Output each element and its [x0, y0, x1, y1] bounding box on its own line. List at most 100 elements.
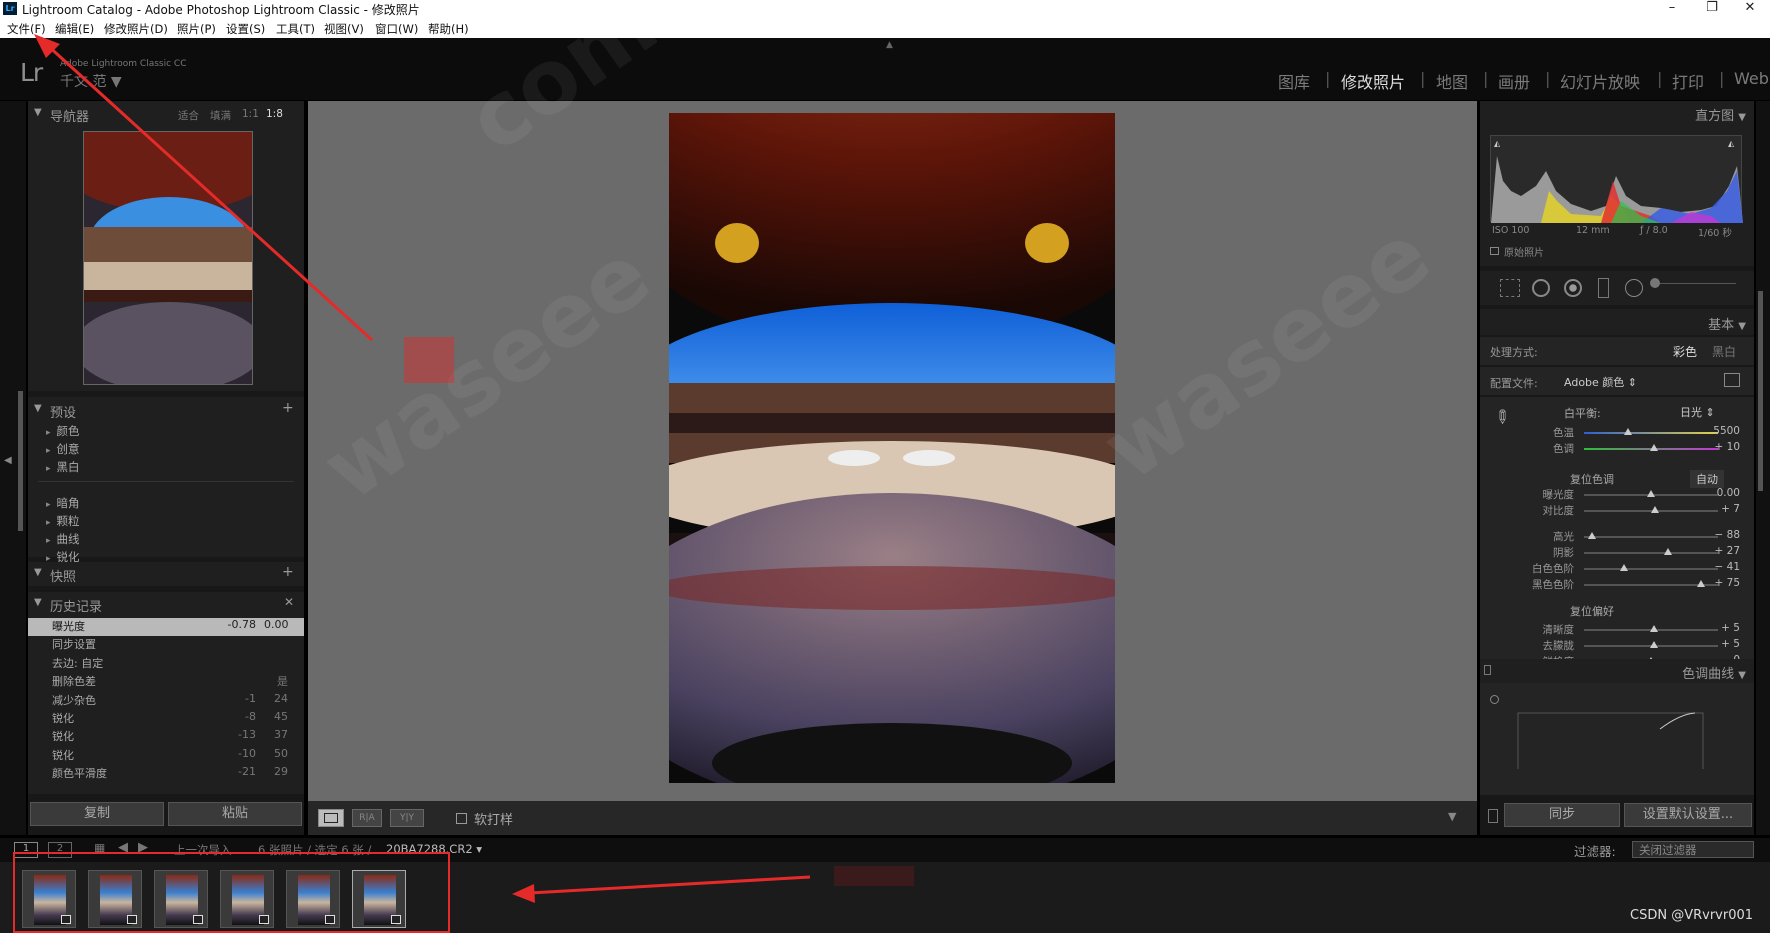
- basic-header[interactable]: 基本 ▼: [1480, 309, 1754, 335]
- before-after-split-button[interactable]: Y|Y: [390, 809, 424, 827]
- treatment-color[interactable]: 彩色: [1673, 343, 1697, 360]
- shadow-clip-icon[interactable]: ◭: [1494, 139, 1500, 148]
- spot-removal-icon[interactable]: [1532, 279, 1550, 297]
- module-map[interactable]: 地图: [1436, 69, 1468, 93]
- module-library[interactable]: 图库: [1278, 69, 1310, 93]
- menu-file[interactable]: 文件(F): [7, 21, 46, 37]
- zoom-1-8[interactable]: 1:8: [266, 108, 283, 120]
- softproof-checkbox[interactable]: [456, 813, 467, 824]
- collapse-top-icon[interactable]: ▲: [886, 40, 893, 50]
- history-row[interactable]: 删除色差 是: [28, 673, 304, 691]
- slider-thumb[interactable]: [1649, 641, 1658, 648]
- slider-value[interactable]: 0.00: [1717, 487, 1740, 499]
- preset-group-bw[interactable]: 黑白: [46, 459, 80, 475]
- slider-row[interactable]: 清晰度 + 5: [1480, 622, 1754, 638]
- menu-window[interactable]: 窗口(W): [375, 21, 418, 37]
- slider-track[interactable]: [1584, 432, 1718, 434]
- copy-button[interactable]: 复制: [30, 802, 164, 826]
- slider-value[interactable]: 5500: [1713, 425, 1740, 437]
- history-header[interactable]: ▼ 历史记录 ✕: [28, 593, 304, 615]
- tone-curve-header[interactable]: 色调曲线 ▼: [1480, 659, 1754, 683]
- menu-photo[interactable]: 照片(P): [177, 21, 216, 37]
- zoom-fill[interactable]: 填满: [210, 108, 231, 123]
- navigator-header[interactable]: ▼ 导航器 适合 填满 1:1 1:8: [28, 103, 304, 125]
- menu-view[interactable]: 视图(V): [324, 21, 364, 37]
- menu-edit[interactable]: 编辑(E): [55, 21, 94, 37]
- slider-thumb[interactable]: [1651, 506, 1660, 513]
- slider-row[interactable]: 色温 5500: [1480, 425, 1754, 441]
- sync-button[interactable]: 同步: [1504, 803, 1620, 827]
- history-row[interactable]: 锐化 -13 37: [28, 728, 304, 746]
- presets-header[interactable]: ▼ 预设 +: [28, 399, 304, 421]
- redeye-icon[interactable]: [1564, 279, 1582, 297]
- sync-switch-icon[interactable]: [1488, 809, 1498, 823]
- zoom-fit[interactable]: 适合: [178, 108, 199, 123]
- slider-row[interactable]: 曝光度 0.00: [1480, 487, 1754, 503]
- slider-value[interactable]: + 27: [1715, 545, 1741, 557]
- tone-reset-label[interactable]: 复位色调: [1570, 471, 1614, 487]
- slider-value[interactable]: + 5: [1721, 638, 1740, 650]
- menu-settings[interactable]: 设置(S): [226, 21, 265, 37]
- slider-row[interactable]: 对比度 + 7: [1480, 503, 1754, 519]
- right-scrollbar[interactable]: [1758, 291, 1763, 491]
- slider-value[interactable]: − 41: [1715, 561, 1741, 573]
- filter-select[interactable]: 关闭过滤器: [1632, 841, 1754, 858]
- slider-thumb[interactable]: [1588, 532, 1597, 539]
- slider-track[interactable]: [1584, 568, 1718, 570]
- slider-value[interactable]: + 5: [1721, 622, 1740, 634]
- snapshots-header[interactable]: ▼ 快照 +: [28, 563, 304, 585]
- radial-filter-icon[interactable]: [1625, 279, 1643, 297]
- slider-thumb[interactable]: [1664, 548, 1673, 555]
- menu-tools[interactable]: 工具(T): [276, 21, 315, 37]
- preset-group-grain[interactable]: 颗粒: [46, 513, 80, 529]
- add-preset-icon[interactable]: +: [282, 400, 294, 416]
- slider-track[interactable]: [1584, 536, 1718, 538]
- set-default-button[interactable]: 设置默认设置...: [1624, 803, 1752, 827]
- slider-row[interactable]: 色调 + 10: [1480, 441, 1754, 457]
- menu-develop[interactable]: 修改照片(D): [104, 21, 168, 37]
- slider-value[interactable]: + 10: [1715, 441, 1741, 453]
- history-row[interactable]: 锐化 -8 45: [28, 710, 304, 728]
- preset-group-vignette[interactable]: 暗角: [46, 495, 80, 511]
- history-row[interactable]: 去边: 自定: [28, 655, 304, 673]
- slider-thumb[interactable]: [1620, 564, 1629, 571]
- module-develop[interactable]: 修改照片: [1341, 69, 1405, 93]
- slider-thumb[interactable]: [1647, 490, 1655, 497]
- history-row[interactable]: 减少杂色 -1 24: [28, 692, 304, 710]
- loupe-view-button[interactable]: [318, 809, 344, 827]
- slider-row[interactable]: 白色色阶 − 41: [1480, 561, 1754, 577]
- slider-track[interactable]: [1584, 552, 1718, 554]
- slider-value[interactable]: + 75: [1715, 577, 1741, 589]
- slider-thumb[interactable]: [1649, 625, 1658, 632]
- clear-history-icon[interactable]: ✕: [284, 595, 294, 609]
- slider-value[interactable]: + 7: [1721, 503, 1740, 515]
- menu-help[interactable]: 帮助(H): [428, 21, 469, 37]
- slider-row[interactable]: 高光 − 88: [1480, 529, 1754, 545]
- main-photo[interactable]: [669, 113, 1115, 783]
- highlight-clip-icon[interactable]: ◭: [1728, 139, 1734, 148]
- treatment-bw[interactable]: 黑白: [1712, 343, 1736, 360]
- slider-thumb[interactable]: [1696, 580, 1705, 587]
- zoom-1-1[interactable]: 1:1: [242, 108, 259, 120]
- histogram-header[interactable]: 直方图 ▼: [1695, 105, 1746, 124]
- minimize-icon[interactable]: –: [1652, 0, 1692, 18]
- crop-tool-icon[interactable]: [1500, 279, 1520, 297]
- auto-tone-button[interactable]: 自动: [1690, 470, 1724, 488]
- restore-icon[interactable]: ❐: [1692, 0, 1732, 18]
- module-print[interactable]: 打印: [1672, 69, 1704, 93]
- presence-reset-label[interactable]: 复位偏好: [1570, 603, 1614, 619]
- before-after-button[interactable]: R|A: [352, 809, 382, 827]
- slider-thumb[interactable]: [1624, 428, 1633, 435]
- preset-group-curve[interactable]: 曲线: [46, 531, 80, 547]
- history-row[interactable]: 曝光度 -0.78 0.00: [28, 618, 304, 636]
- navigator-preview[interactable]: [83, 131, 253, 385]
- identity-name[interactable]: 千文 范 ▼: [60, 71, 122, 91]
- history-row[interactable]: 锐化 -10 50: [28, 747, 304, 765]
- close-icon[interactable]: ✕: [1730, 0, 1770, 18]
- toolbar-menu-icon[interactable]: ▼: [1448, 810, 1456, 823]
- add-snapshot-icon[interactable]: +: [282, 564, 294, 580]
- graduated-filter-icon[interactable]: [1598, 278, 1609, 298]
- profile-select[interactable]: Adobe 颜色 ⇕: [1564, 374, 1637, 390]
- module-book[interactable]: 画册: [1498, 69, 1530, 93]
- collapse-left-icon[interactable]: ◀: [4, 455, 12, 466]
